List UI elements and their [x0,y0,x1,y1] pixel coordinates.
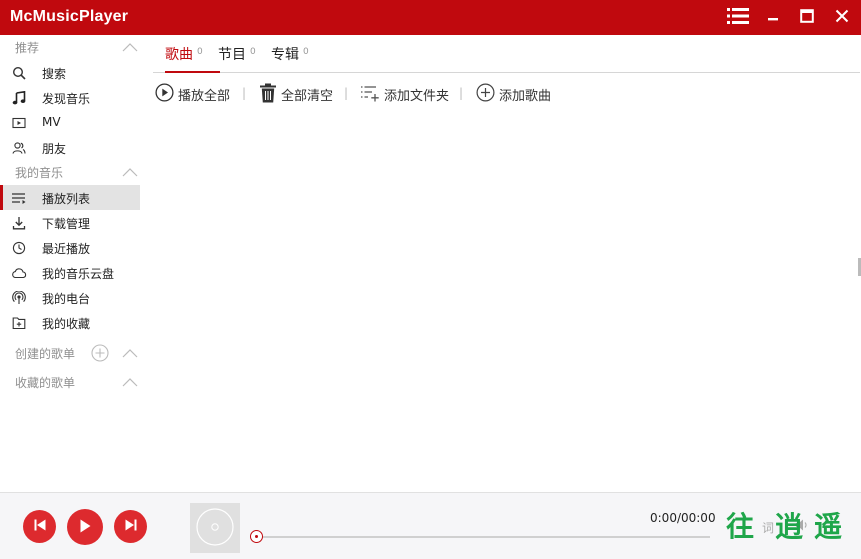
previous-button[interactable] [23,510,56,543]
minimize-button[interactable] [756,0,790,35]
sidebar-item-friends[interactable]: 朋友 [0,135,140,160]
progress-track[interactable] [262,536,710,538]
tab-label: 节目 [218,47,246,63]
play-all-label: 播放全部 [178,88,231,104]
friends-icon [11,140,27,156]
progress-knob[interactable] [250,530,263,543]
sidebar-item-label: 搜索 [42,67,67,81]
close-icon [835,9,849,26]
playlist-toolbar: 播放全部 | 全部清空 | 添加文件夹 | 添加歌曲 [153,82,853,106]
playback-time: 0:00/00:00 [650,511,716,525]
sidebar-item-label: 播放列表 [42,192,91,206]
sidebar-item-mv[interactable]: MV [0,110,140,135]
download-icon [11,215,27,231]
section-label: 我的音乐 [15,166,64,180]
playlist-icon [11,190,27,206]
trash-icon [259,83,277,106]
title-bar: McMusicPlayer [0,0,861,35]
chevron-up-icon[interactable] [122,347,138,361]
section-label: 收藏的歌单 [15,376,76,390]
add-song-label: 添加歌曲 [499,88,552,104]
sidebar-item-playlist[interactable]: 播放列表 [0,185,140,210]
tab-label: 专辑 [271,47,299,63]
collection-icon [11,315,27,331]
chevron-up-icon[interactable] [122,166,138,180]
tab-songs[interactable]: 歌曲 0 [165,44,220,73]
maximize-button[interactable] [790,0,824,35]
content-tabs: 歌曲 0 节目 0 专辑 0 [153,35,860,73]
clear-all-button[interactable]: 全部清空 [259,82,333,106]
add-circle-icon [476,83,495,105]
sidebar-item-label: MV [42,115,61,129]
lyrics-button[interactable]: 词 [762,519,774,536]
add-folder-label: 添加文件夹 [384,88,450,104]
add-folder-button[interactable]: 添加文件夹 [360,82,449,106]
search-icon [11,65,27,81]
section-header-favorite-playlists[interactable]: 收藏的歌单 [0,370,140,394]
add-playlist-icon[interactable] [91,344,109,365]
close-button[interactable] [825,0,859,35]
song-list-area [153,112,853,490]
toolbar-separator: | [459,86,464,100]
section-header-recommend[interactable]: 推荐 [0,35,140,59]
section-label: 推荐 [15,41,40,55]
add-song-button[interactable]: 添加歌曲 [476,82,551,106]
chevron-up-icon[interactable] [122,376,138,390]
tab-programs[interactable]: 节目 0 [218,44,256,72]
radio-icon [11,290,27,306]
sidebar-item-label: 我的收藏 [42,317,91,331]
sidebar-item-label: 最近播放 [42,242,91,256]
menu-button[interactable] [721,0,755,35]
app-title: McMusicPlayer [10,8,129,25]
sidebar-item-downloads[interactable]: 下载管理 [0,210,140,235]
tab-label: 歌曲 [165,47,193,63]
section-header-created-playlists[interactable]: 创建的歌单 [0,341,140,365]
clear-all-label: 全部清空 [281,88,334,104]
tab-count: 0 [197,47,203,57]
section-label: 创建的歌单 [15,347,76,361]
sidebar-item-collection[interactable]: 我的收藏 [0,310,140,335]
sidebar: 推荐 搜索 发现音乐 MV 朋友 我的音乐 播放列表 下载管理 最近播放 我的音… [0,35,140,492]
minimize-icon [767,10,779,25]
play-all-button[interactable]: 播放全部 [155,82,230,106]
sidebar-item-recent[interactable]: 最近播放 [0,235,140,260]
tab-albums[interactable]: 专辑 0 [271,44,309,72]
watermark-char: 往 [726,510,755,543]
music-note-icon [11,90,27,106]
sidebar-item-label: 朋友 [42,142,67,156]
video-icon [11,115,27,131]
sidebar-item-label: 发现音乐 [42,92,91,106]
disc-icon [195,507,235,550]
cloud-icon [11,265,27,281]
sidebar-item-radio[interactable]: 我的电台 [0,285,140,310]
player-bar: 0:00/00:00 词 往 逍 遥 [0,492,861,559]
previous-icon [33,518,47,535]
next-button[interactable] [114,510,147,543]
clock-icon [11,240,27,256]
maximize-icon [800,9,814,26]
toolbar-separator: | [344,86,349,100]
section-header-my-music[interactable]: 我的音乐 [0,160,140,184]
watermark-char: 遥 [814,510,843,543]
play-circle-icon [155,83,174,105]
play-icon [78,518,92,537]
sidebar-item-label: 下载管理 [42,217,91,231]
album-cover[interactable] [190,503,240,553]
sidebar-item-discover-music[interactable]: 发现音乐 [0,85,140,110]
chevron-up-icon[interactable] [122,41,138,55]
tab-count: 0 [250,47,256,57]
add-list-icon [360,84,380,105]
menu-icon [727,8,749,27]
toolbar-separator: | [242,86,247,100]
sidebar-item-label: 我的电台 [42,292,91,306]
watermark-char: 逍 [775,510,804,543]
sidebar-item-label: 我的音乐云盘 [42,267,115,281]
sidebar-item-cloud[interactable]: 我的音乐云盘 [0,260,140,285]
tab-count: 0 [303,47,309,57]
next-icon [124,518,138,535]
play-button[interactable] [67,509,103,545]
sidebar-item-search[interactable]: 搜索 [0,60,140,85]
